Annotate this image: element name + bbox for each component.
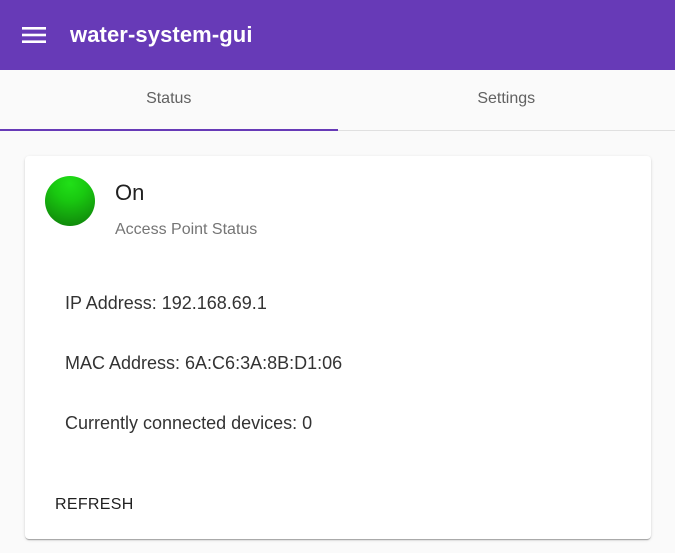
app-bar: water-system-gui [0, 0, 675, 70]
refresh-button[interactable]: REFRESH [47, 490, 142, 520]
status-title: On [115, 180, 145, 205]
mac-address-text: MAC Address: 6A:C6:3A:8B:D1:06 [65, 353, 343, 373]
tab-settings[interactable]: Settings [338, 70, 675, 130]
tab-bar: Status Settings [0, 70, 675, 131]
status-indicator-icon [45, 176, 95, 226]
menu-button[interactable] [22, 0, 72, 70]
status-subtitle: Access Point Status [115, 221, 258, 238]
connected-devices-text: Currently connected devices: 0 [65, 413, 313, 433]
app-title: water-system-gui [70, 22, 253, 47]
tab-status[interactable]: Status [0, 70, 338, 131]
access-point-status-card: On Access Point Status IP Address: 192.1… [25, 156, 651, 539]
ip-address-text: IP Address: 192.168.69.1 [65, 293, 267, 313]
menu-icon [22, 27, 46, 43]
